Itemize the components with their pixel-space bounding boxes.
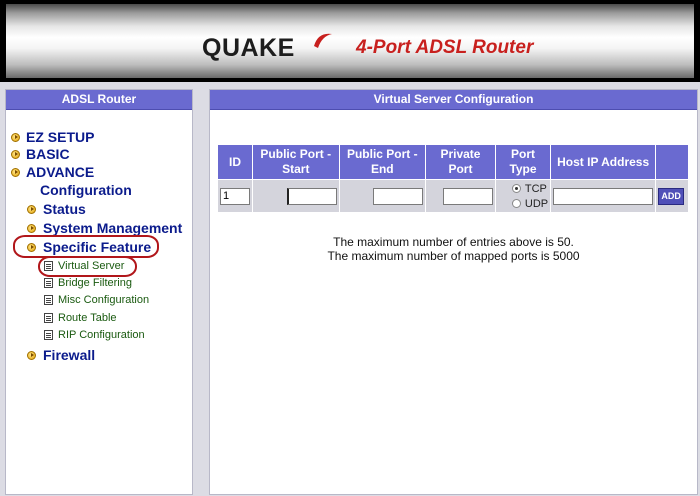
main-panel: Virtual Server Configuration ID Public P… <box>209 89 698 495</box>
column-header-public-start: Public Port - Start <box>253 145 339 179</box>
column-header-port-type: Port Type <box>495 145 551 179</box>
add-button[interactable]: ADD <box>658 187 685 205</box>
banner-background: QUAKE 4-Port ADSL Router <box>6 4 694 78</box>
sidebar-subitem-bridge-filtering[interactable]: Bridge Filtering <box>44 277 132 289</box>
action-cell: ADD <box>656 180 688 212</box>
sidebar-item-label: Bridge Filtering <box>58 277 132 289</box>
page-title: Virtual Server Configuration <box>210 90 697 110</box>
sidebar-item-ez-setup[interactable]: EZ SETUP <box>11 129 94 145</box>
port-type-cell: TCP UDP <box>495 180 551 212</box>
max-ports-note: The maximum number of mapped ports is 50… <box>327 249 580 263</box>
sidebar-item-label: Configuration <box>40 182 132 198</box>
arrow-bullet-icon <box>27 350 36 360</box>
column-header-action <box>656 145 688 179</box>
header-banner: QUAKE 4-Port ADSL Router <box>0 0 700 82</box>
column-header-public-end: Public Port - End <box>339 145 426 179</box>
column-header-host-ip: Host IP Address <box>551 145 656 179</box>
sidebar-item-label: Virtual Server <box>58 260 125 272</box>
sidebar-item-label: Firewall <box>43 347 96 363</box>
sidebar: ADSL Router EZ SETUP BASIC ADVANCE Confi… <box>5 89 193 495</box>
sidebar-item-label: EZ SETUP <box>26 129 95 145</box>
column-header-id: ID <box>218 145 252 179</box>
document-icon <box>44 261 53 271</box>
column-header-private-port: Private Port <box>426 145 495 179</box>
brand-logo: QUAKE <box>202 34 295 62</box>
sidebar-subitem-route-table[interactable]: Route Table <box>44 312 117 324</box>
sidebar-item-label: BASIC <box>26 146 70 162</box>
sidebar-subitem-virtual-server[interactable]: Virtual Server <box>44 260 124 272</box>
document-icon <box>44 278 53 288</box>
sidebar-item-label: Specific Feature <box>43 239 152 255</box>
sidebar-title: ADSL Router <box>6 90 192 110</box>
virtual-server-table: ID Public Port - Start Public Port - End… <box>217 144 689 213</box>
public-port-start-input[interactable] <box>286 187 337 205</box>
table-header-row: ID Public Port - Start Public Port - End… <box>218 145 688 179</box>
max-entries-note: The maximum number of entries above is 5… <box>333 235 574 249</box>
id-input[interactable] <box>220 187 250 205</box>
radio-udp-label: UDP <box>524 197 549 210</box>
public-port-end-input[interactable] <box>373 187 424 205</box>
radio-udp[interactable] <box>511 199 521 208</box>
arrow-bullet-icon <box>11 132 20 142</box>
arrow-bullet-icon <box>27 204 36 214</box>
sidebar-item-label: Route Table <box>58 312 117 324</box>
arrow-bullet-icon <box>11 149 20 159</box>
document-icon <box>44 313 53 323</box>
radio-tcp[interactable] <box>511 184 521 193</box>
table-row: TCP UDP ADD <box>218 180 688 212</box>
public-end-cell <box>339 180 426 212</box>
port-type-tcp[interactable]: TCP <box>498 181 548 196</box>
arrow-bullet-icon <box>27 223 36 233</box>
sidebar-item-specific-feature[interactable]: Specific Feature <box>27 239 151 255</box>
product-name: 4-Port ADSL Router <box>356 37 534 58</box>
sidebar-item-basic[interactable]: BASIC <box>11 146 70 162</box>
sidebar-item-label: RIP Configuration <box>58 329 145 341</box>
port-type-udp[interactable]: UDP <box>498 196 548 211</box>
sidebar-item-advance[interactable]: ADVANCE <box>11 164 94 180</box>
arrow-bullet-icon <box>11 167 20 177</box>
document-icon <box>44 330 53 340</box>
logo-swoosh-icon <box>314 33 332 48</box>
document-icon <box>44 295 53 305</box>
sidebar-item-label: Misc Configuration <box>58 294 150 306</box>
public-start-cell <box>253 180 339 212</box>
sidebar-item-system-management[interactable]: System Management <box>27 220 182 236</box>
sidebar-subitem-misc-configuration[interactable]: Misc Configuration <box>44 294 149 306</box>
private-port-input[interactable] <box>442 187 493 205</box>
radio-tcp-label: TCP <box>524 182 547 195</box>
host-ip-cell <box>551 180 656 212</box>
sidebar-item-firewall[interactable]: Firewall <box>27 347 95 363</box>
sidebar-item-label: System Management <box>43 220 183 236</box>
host-ip-input[interactable] <box>553 187 654 205</box>
sidebar-item-label: Status <box>43 201 86 217</box>
sidebar-item-configuration[interactable]: Configuration <box>40 182 132 198</box>
private-port-cell <box>426 180 495 212</box>
id-cell <box>218 180 252 212</box>
sidebar-item-status[interactable]: Status <box>27 201 86 217</box>
arrow-bullet-icon <box>27 242 36 252</box>
sidebar-item-label: ADVANCE <box>26 164 95 180</box>
sidebar-subitem-rip-configuration[interactable]: RIP Configuration <box>44 329 145 341</box>
